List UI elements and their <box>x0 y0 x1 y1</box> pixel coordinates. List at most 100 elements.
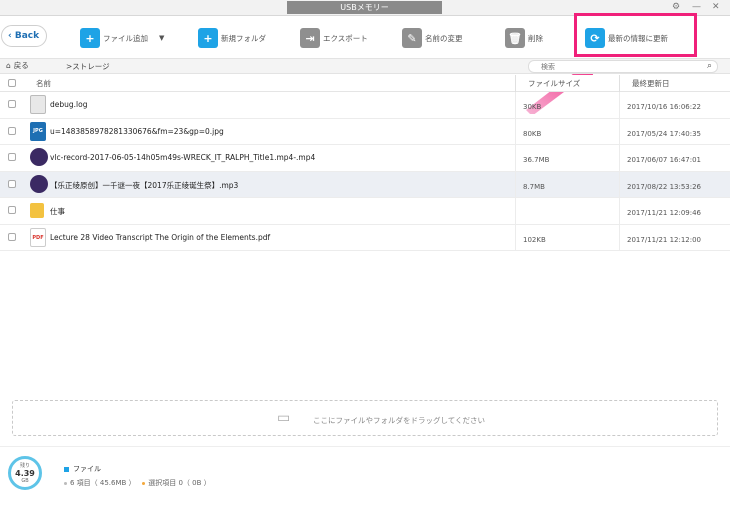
cell-divider <box>515 198 516 224</box>
file-name: 【乐正绫原创】一千谜一夜【2017乐正绫诞生祭】.mp3 <box>50 180 239 190</box>
cell-divider <box>619 224 620 250</box>
chevron-down-icon[interactable]: ▼ <box>159 34 164 42</box>
file-size: 102KB <box>523 235 546 244</box>
gear-icon[interactable]: ⚙ <box>672 2 680 12</box>
back-button[interactable]: ‹ Back <box>1 25 47 47</box>
row-checkbox[interactable] <box>8 126 16 135</box>
column-divider <box>515 75 516 92</box>
audio-file-icon <box>30 174 48 193</box>
chevron-left-icon: ‹ <box>8 31 12 41</box>
file-size: 8.7MB <box>523 182 545 191</box>
delete-label: 削除 <box>528 33 543 43</box>
file-date: 2017/08/22 13:53:26 <box>627 182 702 191</box>
pdf-file-icon: PDF <box>30 227 46 247</box>
storage-gauge: 残り 4.39 GB <box>8 456 42 490</box>
gauge-label: 残り <box>19 463 30 469</box>
table-row[interactable]: 【乐正绫原创】一千谜一夜【2017乐正绫诞生祭】.mp3 8.7MB 2017/… <box>0 171 730 198</box>
cell-divider <box>619 171 620 197</box>
table-row[interactable]: PDF Lecture 28 Video Transcript The Orig… <box>0 224 730 251</box>
file-name: Lecture 28 Video Transcript The Origin o… <box>50 232 271 242</box>
file-name: vlc-record-2017-06-05-14h05m49s-WRECK_IT… <box>50 153 316 162</box>
add-file-label: ファイル追加 <box>103 33 148 43</box>
file-date: 2017/05/24 17:40:35 <box>627 129 702 138</box>
category-color-swatch <box>64 466 69 472</box>
minimize-button[interactable]: — <box>692 2 701 12</box>
category-label: ファイル <box>64 464 101 474</box>
column-divider <box>619 75 620 92</box>
table-row[interactable]: vlc-record-2017-06-05-14h05m49s-WRECK_IT… <box>0 145 730 172</box>
close-button[interactable]: ✕ <box>712 2 720 12</box>
item-stats: 6 項目（ 45.6MB ） 選択項目 0（ 0B ） <box>64 478 211 488</box>
window-title: USBメモリー <box>287 1 442 14</box>
file-name: debug.log <box>50 100 88 109</box>
cell-divider <box>619 118 620 144</box>
file-date: 2017/10/16 16:06:22 <box>627 103 702 111</box>
file-size: 36.7MB <box>523 156 550 164</box>
row-checkbox[interactable] <box>8 206 16 214</box>
select-all-checkbox[interactable] <box>8 79 16 87</box>
new-folder-button[interactable]: + 新規フォルダ <box>198 27 266 49</box>
search-placeholder: 検索 <box>541 63 555 71</box>
file-size: 80KB <box>523 129 542 138</box>
cell-divider <box>619 92 620 118</box>
cell-divider <box>619 198 620 224</box>
file-name: u=1483858978281330676&fm=23&gp=0.jpg <box>50 126 224 136</box>
folder-icon <box>30 203 44 218</box>
cell-divider <box>515 118 516 144</box>
row-checkbox[interactable] <box>8 100 16 108</box>
refresh-highlight-box <box>574 13 697 57</box>
cell-divider <box>619 145 620 171</box>
search-input[interactable]: 検索 ⌕ <box>528 60 718 73</box>
cell-divider <box>515 92 516 118</box>
table-header: 名前 ファイルサイズ 最終更新日 <box>0 75 730 92</box>
gauge-unit: GB <box>21 478 29 484</box>
back-link-label: 戻る <box>13 61 29 70</box>
items-count: 6 項目（ 45.6MB ） <box>70 479 136 487</box>
export-button[interactable]: ⇥ エクスポート <box>300 27 368 49</box>
table-row[interactable]: 仕事 2017/11/21 12:09:46 <box>0 198 730 225</box>
video-file-icon <box>30 148 48 166</box>
image-file-icon: JPG <box>30 121 46 141</box>
file-date: 2017/11/21 12:09:46 <box>627 209 702 217</box>
address-bar: ⌂ 戻る >ストレージ 検索 ⌕ <box>0 58 730 74</box>
row-checkbox[interactable] <box>8 232 16 241</box>
rename-button[interactable]: ✎ 名前の変更 <box>402 27 463 49</box>
folder-outline-icon: ▭ <box>277 410 291 426</box>
export-label: エクスポート <box>323 33 368 43</box>
drop-zone-text: ここにファイルやフォルダをドラッグしてください <box>313 416 486 425</box>
bullet-icon <box>64 481 67 485</box>
back-link[interactable]: ⌂ 戻る <box>6 60 29 71</box>
drop-zone[interactable]: ▭ ここにファイルやフォルダをドラッグしてください <box>12 400 718 436</box>
export-icon: ⇥ <box>300 28 320 48</box>
row-checkbox[interactable] <box>8 179 16 188</box>
file-date: 2017/11/21 12:12:00 <box>627 235 702 244</box>
delete-button[interactable]: 🗑 削除 <box>505 27 543 49</box>
file-size: 30KB <box>523 103 542 111</box>
status-footer: 残り 4.39 GB ファイル 6 項目（ 45.6MB ） 選択項目 0（ 0… <box>0 446 730 510</box>
new-folder-icon: + <box>198 28 218 48</box>
trash-icon: 🗑 <box>505 28 525 48</box>
file-date: 2017/06/07 16:47:01 <box>627 156 702 164</box>
cell-divider <box>515 145 516 171</box>
search-icon[interactable]: ⌕ <box>707 61 712 71</box>
bullet-icon <box>142 481 146 485</box>
rename-label: 名前の変更 <box>425 33 463 43</box>
file-list: debug.log 30KB 2017/10/16 16:06:22 JPG u… <box>0 92 730 251</box>
column-header-date[interactable]: 最終更新日 <box>632 78 670 89</box>
cell-divider <box>515 171 516 197</box>
add-file-icon: + <box>80 28 100 48</box>
drive-icon: ⌂ <box>6 61 11 70</box>
file-name: 仕事 <box>50 207 65 216</box>
row-checkbox[interactable] <box>8 153 16 161</box>
category-name: ファイル <box>73 465 101 473</box>
column-header-name[interactable]: 名前 <box>36 78 51 89</box>
cell-divider <box>515 224 516 250</box>
table-row[interactable]: JPG u=1483858978281330676&fm=23&gp=0.jpg… <box>0 118 730 145</box>
add-file-button[interactable]: + ファイル追加 ▼ <box>80 27 164 49</box>
column-header-size[interactable]: ファイルサイズ <box>528 78 580 89</box>
document-icon <box>30 95 46 114</box>
gauge-value: 4.39 <box>15 469 35 478</box>
table-row[interactable]: debug.log 30KB 2017/10/16 16:06:22 <box>0 92 730 119</box>
rename-icon: ✎ <box>402 28 422 48</box>
breadcrumb[interactable]: >ストレージ <box>66 61 110 72</box>
